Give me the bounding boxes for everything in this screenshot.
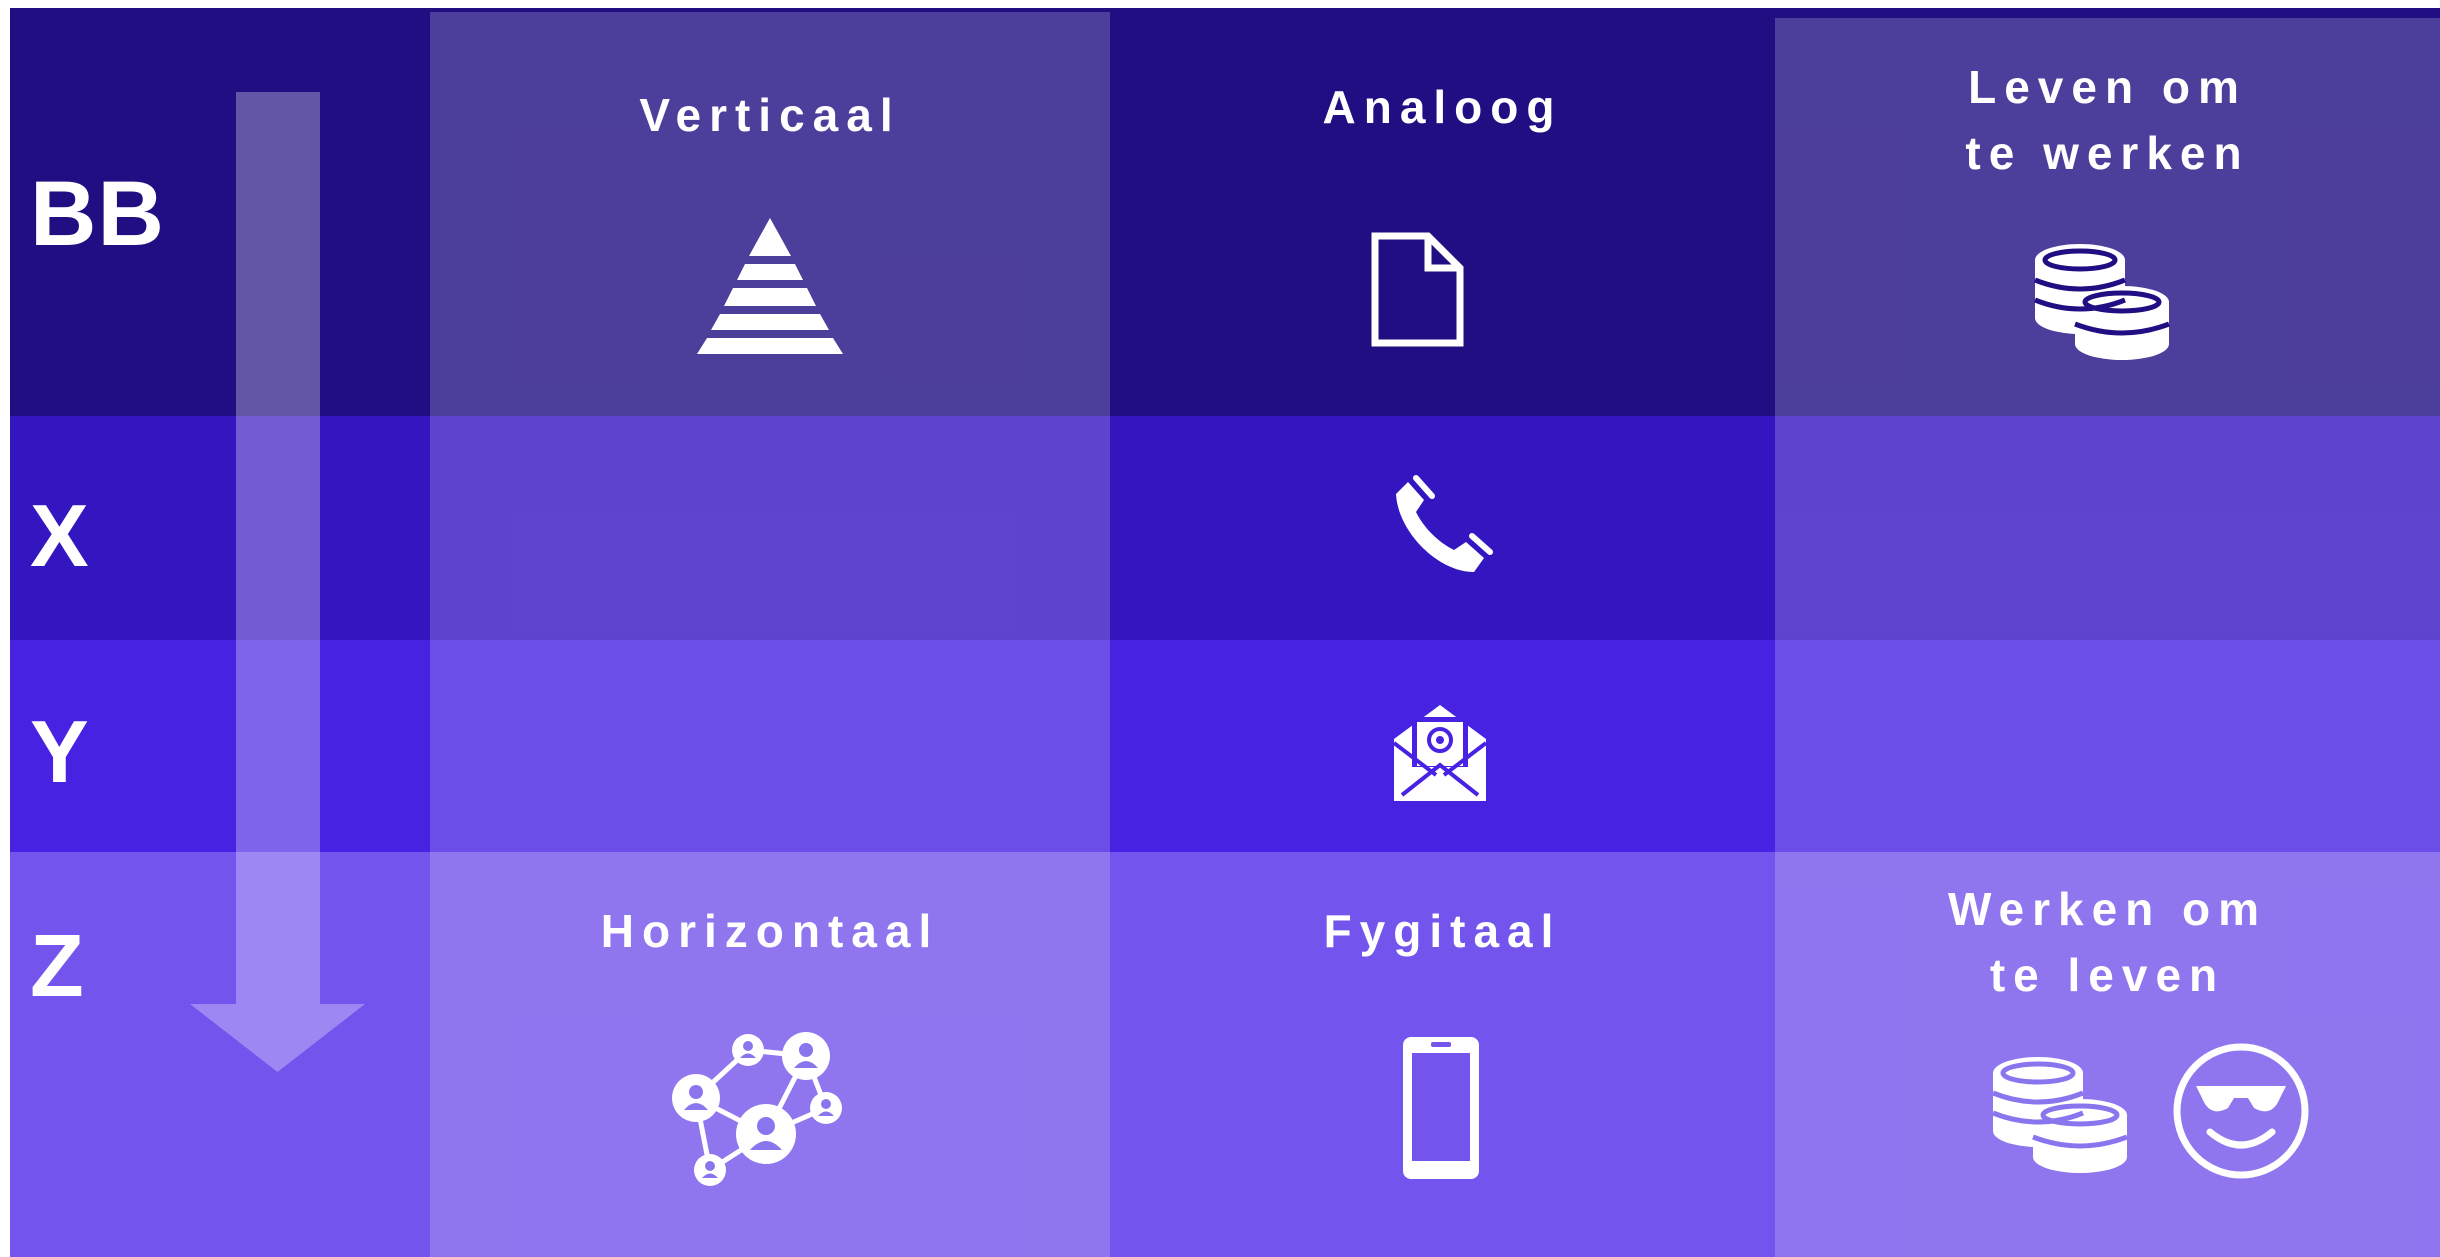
title-fygitaal: Fygitaal (1323, 905, 1562, 957)
arrow-down-icon (190, 92, 365, 1072)
title-analoog: Analoog (1322, 81, 1563, 133)
coins-icon (2034, 244, 2170, 360)
row-label-x: X (30, 486, 89, 585)
row-label-z: Z (30, 916, 84, 1015)
sunglasses-smiley-icon (2173, 1043, 2309, 1179)
title-leven-om-te-werken: Leven om te werken (1775, 54, 2440, 186)
smartphone-icon (1403, 1037, 1479, 1179)
title-verticaal: Verticaal (639, 89, 901, 141)
email-envelope-icon (1392, 705, 1488, 801)
row-label-y: Y (30, 702, 89, 801)
title-werken-om-te-leven: Werken om te leven (1775, 876, 2440, 1008)
title-horizontaal: Horizontaal (600, 905, 940, 957)
title-leven-line2: te werken (1965, 127, 2250, 179)
title-werken-line1: Werken om (1947, 883, 2268, 935)
title-werken-line2: te leven (1989, 949, 2226, 1001)
title-leven-line1: Leven om (1968, 61, 2247, 113)
row-label-bb: BB (30, 163, 165, 265)
pyramid-icon (697, 218, 843, 354)
coins-icon (1992, 1057, 2128, 1173)
telephone-icon (1396, 475, 1493, 572)
document-icon (1371, 232, 1464, 347)
network-icon (672, 1032, 842, 1186)
